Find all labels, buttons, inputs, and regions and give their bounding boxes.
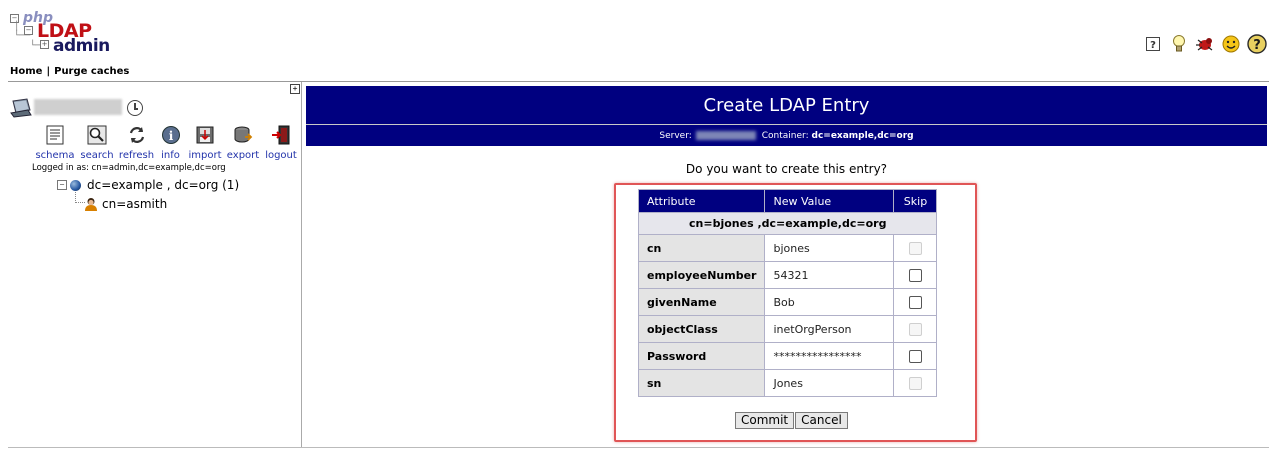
form-buttons: Commit Cancel [735, 412, 849, 429]
tree-root-node[interactable]: − dc=example , dc=org (1) [57, 178, 239, 192]
attribute-value: Bob [764, 288, 895, 316]
attribute-value: **************** [764, 342, 895, 370]
table-row: sn Jones [637, 369, 938, 397]
smiley-icon[interactable] [1221, 34, 1241, 54]
skip-checkbox [908, 376, 922, 390]
globe-icon [70, 179, 81, 191]
tool-refresh-label: refresh [118, 150, 155, 161]
top-menu: Home | Purge caches [10, 66, 129, 77]
tool-logout[interactable]: logout [262, 124, 300, 161]
collapse-toggle[interactable]: − [57, 180, 67, 190]
tool-refresh[interactable]: refresh [118, 124, 155, 161]
tree-root-label[interactable]: dc=example , dc=org (1) [87, 178, 239, 192]
attribute-name: employeeNumber [637, 261, 766, 289]
attribute-name: cn [637, 234, 766, 262]
home-link[interactable]: Home [10, 66, 42, 77]
confirm-question: Do you want to create this entry? [685, 162, 888, 176]
skip-cell [893, 261, 938, 289]
header-new-value: New Value [764, 189, 895, 213]
attribute-value: inetOrgPerson [764, 315, 895, 343]
table-row: employeeNumber 54321 [637, 261, 938, 289]
container-label: Container: [761, 131, 809, 141]
tree-child-node[interactable]: cn=asmith [84, 197, 167, 211]
attribute-name: objectClass [637, 315, 766, 343]
phpldapadmin-logo: − │ − └── + └─ php LDAP admin [10, 10, 110, 56]
entry-table: Attribute New Value Skip cn=bjones ,dc=e… [637, 189, 938, 397]
table-row: objectClass inetOrgPerson [637, 315, 938, 343]
skip-checkbox[interactable] [908, 268, 922, 282]
search-icon [86, 124, 108, 146]
tool-info[interactable]: i info [155, 124, 186, 161]
server-label: Server: [659, 131, 692, 141]
question-circle-icon[interactable]: ? [1247, 34, 1267, 54]
logout-icon [270, 124, 292, 146]
attribute-name: Password [637, 342, 766, 370]
svg-text:?: ? [1253, 38, 1261, 53]
logged-in-as: Logged in as: cn=admin,dc=example,dc=org [32, 163, 226, 173]
tool-export-label: export [226, 150, 260, 161]
tool-logout-label: logout [265, 150, 297, 161]
attribute-value: Jones [764, 369, 895, 397]
info-icon: i [160, 124, 182, 146]
server-container-bar: Server: Container: dc=example,dc=org [306, 124, 1267, 146]
idea-bulb-icon[interactable] [1169, 34, 1189, 54]
skip-cell [893, 234, 938, 262]
tool-search-label: search [80, 150, 114, 161]
skip-checkbox [908, 322, 922, 336]
logo-admin-text: admin [53, 36, 110, 56]
import-icon [194, 124, 216, 146]
skip-cell [893, 369, 938, 397]
server-icon[interactable] [10, 98, 32, 118]
page-title: Create LDAP Entry [306, 86, 1267, 124]
clock-icon[interactable] [127, 100, 143, 116]
tool-import-label: import [188, 150, 222, 161]
table-header-row: Attribute New Value Skip [637, 189, 938, 213]
tool-info-label: info [161, 150, 180, 161]
header-attribute: Attribute [637, 189, 766, 213]
dn-row: cn=bjones ,dc=example,dc=org [637, 212, 938, 235]
export-icon [232, 124, 254, 146]
skip-checkbox[interactable] [908, 349, 922, 363]
skip-cell [893, 342, 938, 370]
server-tools: schema search refresh i info import expo… [34, 124, 300, 161]
expand-pane-button[interactable]: + [290, 84, 300, 94]
svg-text:?: ? [1150, 40, 1156, 51]
skip-checkbox [908, 241, 922, 255]
attribute-value: 54321 [764, 261, 895, 289]
container-value: dc=example,dc=org [811, 131, 914, 141]
tool-schema-label: schema [35, 150, 75, 161]
table-row: Password **************** [637, 342, 938, 370]
header-icons: ? ? [1143, 34, 1267, 54]
refresh-icon [126, 124, 148, 146]
skip-cell [893, 315, 938, 343]
header-skip: Skip [893, 189, 938, 213]
tool-search[interactable]: search [76, 124, 118, 161]
help-icon[interactable]: ? [1143, 34, 1163, 54]
purge-caches-link[interactable]: Purge caches [54, 66, 129, 77]
schema-icon [44, 124, 66, 146]
person-icon [84, 197, 98, 211]
table-row: givenName Bob [637, 288, 938, 316]
tool-schema[interactable]: schema [34, 124, 76, 161]
entry-dn: cn=bjones ,dc=example,dc=org [637, 212, 938, 235]
tree-child-label[interactable]: cn=asmith [102, 197, 167, 211]
left-tree-pane: + schema search refresh i info import ex… [8, 82, 302, 447]
bug-icon[interactable] [1195, 34, 1215, 54]
cancel-button[interactable]: Cancel [795, 412, 848, 429]
tool-import[interactable]: import [186, 124, 224, 161]
tool-export[interactable]: export [224, 124, 262, 161]
attribute-name: sn [637, 369, 766, 397]
table-row: cn bjones [637, 234, 938, 262]
svg-text:i: i [168, 129, 173, 143]
skip-checkbox[interactable] [908, 295, 922, 309]
server-name-redacted[interactable] [34, 99, 122, 115]
footer-divider [8, 447, 1269, 448]
skip-cell [893, 288, 938, 316]
attribute-name: givenName [637, 288, 766, 316]
commit-button[interactable]: Commit [735, 412, 795, 429]
menu-separator: | [46, 66, 51, 77]
attribute-value: bjones [764, 234, 895, 262]
server-value-redacted [695, 131, 756, 140]
